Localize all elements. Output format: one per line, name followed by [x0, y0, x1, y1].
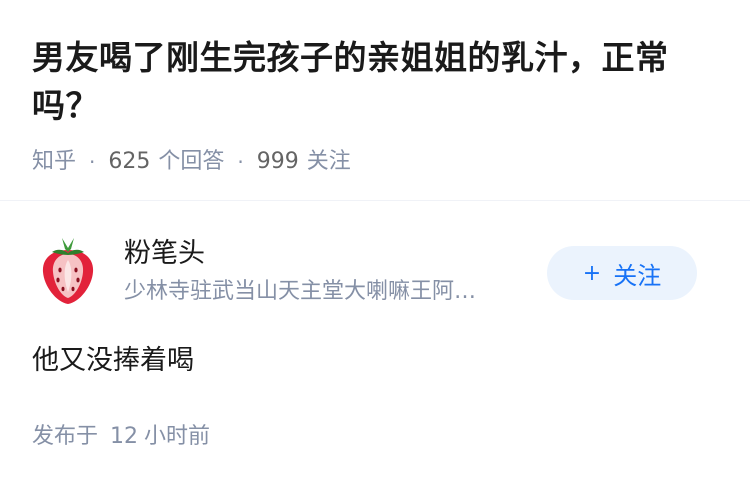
text-fade-overlay [200, 350, 260, 380]
avatar[interactable] [38, 236, 98, 306]
question-title[interactable]: 男友喝了刚生完孩子的亲姐姐的乳汁，正常吗？ [32, 34, 722, 130]
answer-count: 625 [108, 149, 151, 174]
follower-count: 999 [256, 149, 299, 174]
author-card: 粉笔头 少林寺驻武当山天主堂大喇嘛王阿… + 关注 [38, 232, 718, 312]
section-divider [0, 200, 750, 201]
meta-separator: · [237, 150, 244, 174]
follower-count-label: 关注 [306, 149, 351, 174]
plus-icon: + [582, 260, 602, 286]
publish-prefix: 发布于 [32, 424, 99, 449]
follow-button-label: 关注 [613, 261, 662, 290]
question-meta: 知乎 · 625 个回答 · 999 关注 [32, 147, 722, 177]
strawberry-icon [42, 238, 94, 304]
author-bio: 少林寺驻武当山天主堂大喇嘛王阿… [124, 279, 477, 304]
answer-count-label[interactable]: 个回答 [158, 147, 224, 177]
question-header: 男友喝了刚生完孩子的亲姐姐的乳汁，正常吗？ 知乎 · 625 个回答 · 999… [32, 34, 722, 177]
meta-separator: · [89, 150, 96, 174]
follow-button[interactable]: + 关注 [547, 246, 697, 300]
publish-number: 12 [110, 424, 139, 449]
publish-unit: 小时前 [144, 424, 211, 449]
source-label[interactable]: 知乎 [32, 147, 76, 177]
publish-time: 发布于 12 小时前 [32, 422, 210, 452]
author-name[interactable]: 粉笔头 [124, 236, 205, 272]
answer-excerpt[interactable]: 他又没捧着喝 [32, 342, 194, 380]
